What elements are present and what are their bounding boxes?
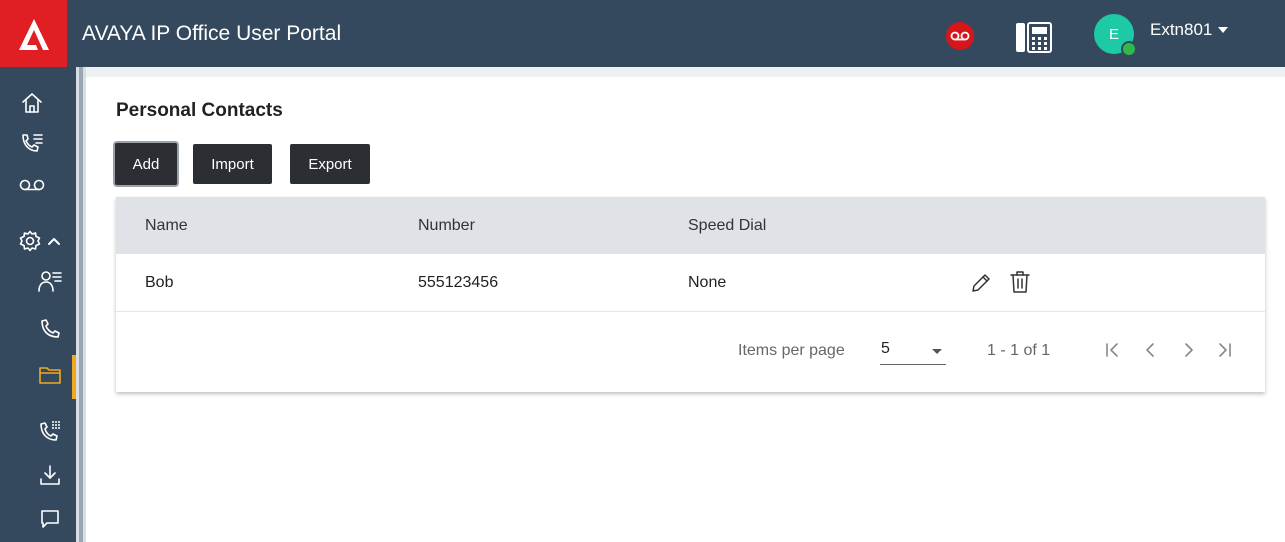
top-bar: AVAYA IP Office User Portal E Extn801 (0, 0, 1285, 67)
avaya-logo-icon (18, 18, 49, 50)
desk-phone-icon[interactable] (1014, 20, 1054, 54)
items-per-page-select[interactable]: 5 (880, 340, 946, 365)
chat-icon (41, 510, 59, 528)
contacts-table: Name Number Speed Dial Bob 555123456 Non… (116, 197, 1265, 392)
items-per-page-label: Items per page (738, 342, 845, 359)
chevron-left-icon (1146, 343, 1154, 357)
username-label: Extn801 (1150, 20, 1213, 39)
sidebar (0, 67, 76, 542)
chevron-right-icon (1185, 343, 1193, 357)
presence-status-icon (1121, 41, 1137, 57)
column-header-name[interactable]: Name (145, 197, 188, 254)
sidebar-item-phone[interactable] (30, 313, 70, 345)
call-log-icon (22, 134, 43, 152)
cell-speed-dial: None (688, 274, 727, 291)
next-page-button[interactable] (1179, 340, 1199, 365)
last-page-icon (1219, 343, 1231, 357)
sidebar-item-contacts[interactable] (30, 359, 70, 391)
phone-icon (41, 319, 60, 338)
column-header-speed-dial[interactable]: Speed Dial (688, 197, 766, 254)
table-row: Bob 555123456 None (116, 254, 1265, 312)
paginator: Items per page 5 1 - 1 of 1 (116, 312, 1265, 392)
user-profile-icon (38, 271, 62, 292)
app-title: AVAYA IP Office User Portal (82, 22, 342, 45)
first-page-button[interactable] (1103, 340, 1123, 365)
cell-name: Bob (145, 274, 174, 291)
add-button[interactable]: Add (115, 143, 177, 185)
last-page-button[interactable] (1214, 340, 1234, 365)
sidebar-item-chat[interactable] (30, 503, 70, 535)
edit-icon[interactable] (970, 272, 992, 299)
sidebar-item-download[interactable] (30, 459, 70, 491)
chevron-down-icon (1218, 27, 1229, 33)
home-icon (22, 93, 42, 113)
sidebar-item-user-profile[interactable] (30, 265, 70, 297)
sidebar-scrollbar[interactable] (76, 67, 86, 542)
dialpad-icon (40, 421, 60, 441)
chevron-up-icon (48, 238, 60, 245)
sidebar-item-call-log[interactable] (12, 127, 52, 159)
cell-number: 555123456 (418, 274, 499, 291)
voicemail-icon (19, 179, 45, 191)
sidebar-item-settings[interactable] (12, 225, 68, 257)
items-per-page-value: 5 (881, 340, 890, 357)
table-header: Name Number Speed Dial (116, 197, 1265, 254)
avatar-initial: E (1108, 25, 1119, 43)
content-top-strip (86, 67, 1285, 77)
download-icon (40, 465, 60, 485)
scrollbar-thumb[interactable] (79, 67, 83, 542)
column-header-number[interactable]: Number (418, 197, 475, 254)
page-title: Personal Contacts (116, 100, 283, 121)
import-button[interactable]: Import (193, 144, 272, 184)
dropdown-arrow-icon (932, 349, 942, 354)
avatar[interactable]: E (1094, 14, 1137, 57)
sidebar-item-dialpad[interactable] (30, 415, 70, 447)
voicemail-notification-icon[interactable] (946, 22, 974, 50)
sidebar-item-home[interactable] (12, 87, 52, 119)
export-button[interactable]: Export (290, 144, 370, 184)
sidebar-item-voicemail[interactable] (12, 169, 52, 201)
settings-icon (19, 230, 41, 252)
previous-page-button[interactable] (1140, 340, 1160, 365)
folder-icon (39, 367, 61, 384)
user-menu[interactable]: Extn801 (1150, 20, 1229, 40)
first-page-icon (1106, 343, 1118, 357)
avaya-logo[interactable] (0, 0, 67, 67)
delete-icon[interactable] (1010, 271, 1030, 298)
page-range: 1 - 1 of 1 (987, 342, 1051, 359)
